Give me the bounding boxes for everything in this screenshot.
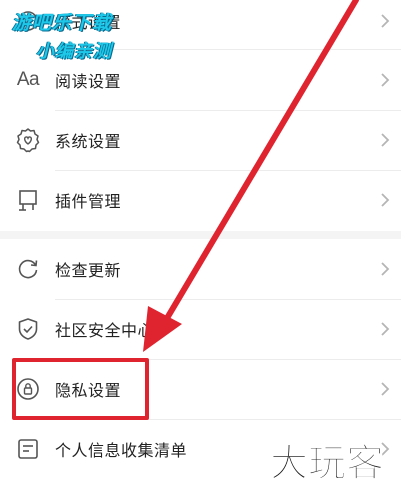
settings-row-label: 社区安全中心 [55,321,155,340]
settings-row-plugins[interactable]: 插件管理 [0,171,401,229]
settings-row-community-safety[interactable]: 社区安全中心 [0,300,401,358]
chevron-right-icon [381,262,390,276]
shield-check-icon [14,315,42,343]
id-card-icon [14,435,42,463]
section-separator [0,231,401,239]
watermark-line-1: 游吧乐下载 [12,12,113,34]
chevron-right-icon [381,382,390,396]
chevron-right-icon [381,322,390,336]
watermark-brand: 大玩客 [269,441,385,486]
chevron-right-icon [381,133,390,147]
chevron-right-icon [381,14,390,28]
settings-row-label: 系统设置 [55,132,122,151]
watermark-line-2: 小编亲测 [36,41,112,62]
settings-row-label: 阅读设置 [55,72,122,91]
chevron-right-icon [381,193,390,207]
aa-text-icon: Aa [16,69,40,90]
watermark-logo: 游吧乐下载 小编亲测 [12,8,162,63]
chevron-right-icon [381,73,390,87]
highlight-box [12,358,149,420]
settings-row-label: 检查更新 [55,261,122,280]
heart-badge-icon [14,126,42,154]
settings-row-system[interactable]: 系统设置 [0,111,401,169]
refresh-icon [14,255,42,283]
settings-row-label: 个人信息收集清单 [55,441,188,460]
plugin-icon [14,186,42,214]
settings-row-check-update[interactable]: 检查更新 [0,240,401,298]
settings-row-label: 插件管理 [55,192,122,211]
